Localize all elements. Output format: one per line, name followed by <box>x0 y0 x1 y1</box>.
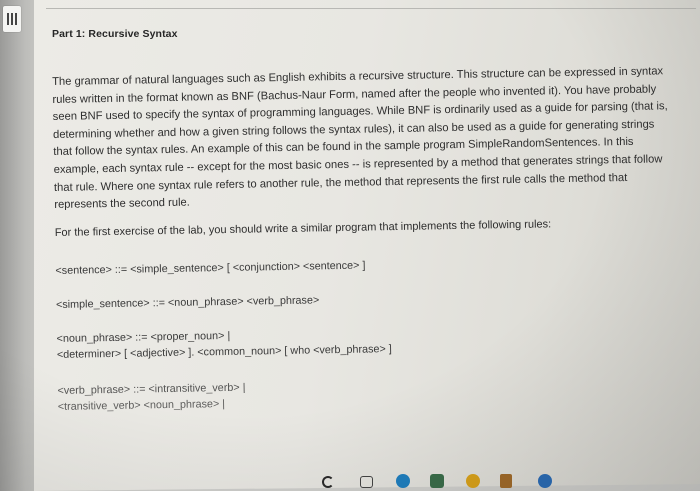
store-icon[interactable] <box>430 474 444 488</box>
grammar-rule: <sentence> ::= <simple_sentence> [ <conj… <box>55 259 366 277</box>
menu-bar-1 <box>7 13 9 25</box>
chrome-icon[interactable] <box>466 474 480 488</box>
menu-icon[interactable] <box>3 6 21 32</box>
grammar-rule: <simple_sentence> ::= <noun_phrase> <ver… <box>55 294 320 311</box>
menu-bar-3 <box>15 13 17 25</box>
menu-bar-2 <box>11 13 13 25</box>
page-title: Part 1: Recursive Syntax <box>52 28 178 40</box>
divider <box>46 8 696 9</box>
intro-paragraph: The grammar of natural languages such as… <box>52 63 684 215</box>
document-body: The grammar of natural languages such as… <box>52 63 688 413</box>
edge-icon[interactable] <box>396 474 410 488</box>
taskbar <box>300 470 560 491</box>
instruction-text: For the first exercise of the lab, you s… <box>54 218 552 239</box>
blue-app-icon[interactable] <box>538 474 552 488</box>
app-icon[interactable] <box>500 474 512 488</box>
task-view-icon[interactable] <box>360 476 373 488</box>
refresh-icon[interactable] <box>322 476 334 488</box>
